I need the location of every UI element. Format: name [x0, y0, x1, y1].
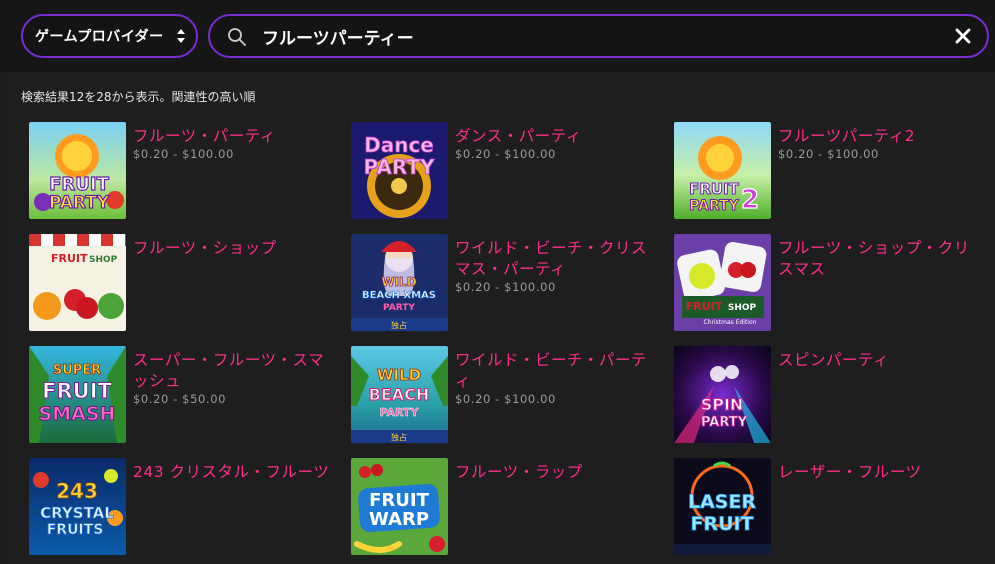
game-thumbnail[interactable]: FRUIT WARP [351, 458, 448, 555]
svg-text:FRUITS: FRUITS [47, 522, 104, 538]
bet-range: $0.20 - $100.00 [455, 147, 556, 161]
svg-text:FRUIT: FRUIT [690, 513, 753, 535]
bet-range: $0.20 - $100.00 [455, 392, 556, 406]
svg-text:CRYSTAL: CRYSTAL [40, 504, 114, 522]
svg-text:PARTY: PARTY [49, 193, 110, 213]
game-card-fruit-party-2[interactable]: FRUIT PARTY 2 フルーツパーティ2 $0.20 - $100.00 [674, 122, 984, 220]
game-card-super-fruit-smash[interactable]: SUPER FRUIT SMASH スーパー・フルーツ・スマッシュ $0.20 -… [29, 346, 339, 444]
game-card-laser-fruit[interactable]: LASER FRUIT レーザー・フルーツ [674, 458, 984, 556]
svg-text:独占: 独占 [391, 320, 407, 330]
game-provider-label: ゲームプロバイダー [35, 29, 164, 45]
svg-text:Dance: Dance [364, 133, 434, 157]
game-title[interactable]: ワイルド・ビーチ・クリスマス・パーティ $0.20 - $100.00 [455, 238, 661, 294]
svg-text:独占: 独占 [391, 432, 407, 442]
game-title[interactable]: スーパー・フルーツ・スマッシュ $0.20 - $50.00 [133, 350, 339, 406]
svg-text:SMASH: SMASH [39, 403, 116, 425]
svg-text:FRUIT: FRUIT [686, 300, 723, 313]
game-thumbnail[interactable]: WILD BEACH XMAS PARTY 独占 [351, 234, 448, 331]
svg-text:FRUIT: FRUIT [369, 490, 429, 511]
svg-text:BEACH XMAS: BEACH XMAS [362, 290, 436, 301]
bet-range: $0.20 - $100.00 [778, 147, 879, 161]
svg-text:FRUIT: FRUIT [51, 252, 88, 265]
bet-range: $0.20 - $100.00 [455, 280, 556, 294]
game-card-fruit-shop-christmas[interactable]: FRUIT SHOP Christmas Edition フルーツ・ショップ・ク… [674, 234, 984, 332]
search-input[interactable] [262, 23, 922, 49]
game-title[interactable]: 243 クリスタル・フルーツ [133, 462, 339, 483]
game-card-fruit-party[interactable]: FRUIT PARTY フルーツ・パーティ $0.20 - $100.00 [29, 122, 339, 220]
svg-text:BEACH: BEACH [369, 385, 430, 404]
game-title[interactable]: ダンス・パーティ $0.20 - $100.00 [455, 126, 661, 161]
svg-text:PARTY: PARTY [701, 415, 748, 430]
game-card-243-crystal-fruits[interactable]: 243 CRYSTAL FRUITS 243 クリスタル・フルーツ [29, 458, 339, 556]
close-icon[interactable] [955, 28, 971, 44]
bet-range: $0.20 - $100.00 [133, 147, 234, 161]
game-title[interactable]: フルーツ・パーティ $0.20 - $100.00 [133, 126, 339, 161]
svg-text:Christmas Edition: Christmas Edition [704, 319, 757, 326]
svg-text:LASER: LASER [688, 491, 756, 513]
game-thumbnail[interactable]: Dance PARTY [351, 122, 448, 219]
game-thumbnail[interactable]: WILD BEACH PARTY 独占 [351, 346, 448, 443]
game-provider-select[interactable]: ゲームプロバイダー [21, 14, 198, 58]
svg-text:2: 2 [741, 185, 759, 215]
search-icon[interactable] [227, 27, 247, 47]
game-thumbnail[interactable]: FRUIT PARTY 2 [674, 122, 771, 219]
svg-text:WILD: WILD [377, 366, 421, 384]
bet-range: $0.20 - $50.00 [133, 392, 227, 406]
search-bar [208, 14, 989, 58]
svg-text:WARP: WARP [369, 509, 429, 530]
game-title[interactable]: フルーツパーティ2 $0.20 - $100.00 [778, 126, 984, 161]
svg-text:243: 243 [56, 479, 98, 503]
svg-text:SPIN: SPIN [701, 395, 744, 414]
results-summary: 検索結果12を28から表示。関連性の高い順 [21, 90, 256, 104]
game-card-wild-beach-xmas-party[interactable]: WILD BEACH XMAS PARTY 独占 ワイルド・ビーチ・クリスマス・… [351, 234, 661, 332]
svg-text:FRUIT: FRUIT [689, 180, 740, 198]
game-title[interactable]: レーザー・フルーツ [778, 462, 984, 483]
svg-text:FRUIT: FRUIT [42, 379, 112, 403]
game-title[interactable]: フルーツ・ラップ [455, 462, 661, 483]
svg-text:PARTY: PARTY [383, 303, 415, 313]
svg-text:SHOP: SHOP [728, 303, 757, 313]
game-title[interactable]: スピンパーティ [778, 350, 984, 371]
game-thumbnail[interactable]: SUPER FRUIT SMASH [29, 346, 126, 443]
svg-text:SUPER: SUPER [53, 363, 101, 378]
game-card-wild-beach-party[interactable]: WILD BEACH PARTY 独占 ワイルド・ビーチ・パーティ $0.20 -… [351, 346, 661, 444]
game-thumbnail[interactable]: FRUIT PARTY [29, 122, 126, 219]
sort-updown-icon [177, 29, 185, 43]
svg-text:WILD: WILD [381, 275, 416, 289]
game-thumbnail[interactable]: 243 CRYSTAL FRUITS [29, 458, 126, 555]
game-card-fruit-warp[interactable]: FRUIT WARP フルーツ・ラップ [351, 458, 661, 556]
game-title[interactable]: フルーツ・ショップ [133, 238, 339, 259]
svg-text:PARTY: PARTY [364, 155, 435, 179]
game-card-spin-party[interactable]: SPIN PARTY スピンパーティ [674, 346, 984, 444]
svg-text:SHOP: SHOP [89, 255, 118, 265]
svg-text:PARTY: PARTY [379, 406, 419, 419]
svg-text:PARTY: PARTY [689, 198, 740, 214]
game-title[interactable]: フルーツ・ショップ・クリスマス [778, 238, 984, 280]
game-card-fruit-shop[interactable]: FRUIT SHOP フルーツ・ショップ [29, 234, 339, 332]
game-thumbnail[interactable]: LASER FRUIT [674, 458, 771, 555]
game-title[interactable]: ワイルド・ビーチ・パーティ $0.20 - $100.00 [455, 350, 661, 406]
game-thumbnail[interactable]: FRUIT SHOP Christmas Edition [674, 234, 771, 331]
game-card-dance-party[interactable]: Dance PARTY ダンス・パーティ $0.20 - $100.00 [351, 122, 661, 220]
game-thumbnail[interactable]: FRUIT SHOP [29, 234, 126, 331]
svg-text:FRUIT: FRUIT [49, 174, 109, 195]
game-thumbnail[interactable]: SPIN PARTY [674, 346, 771, 443]
